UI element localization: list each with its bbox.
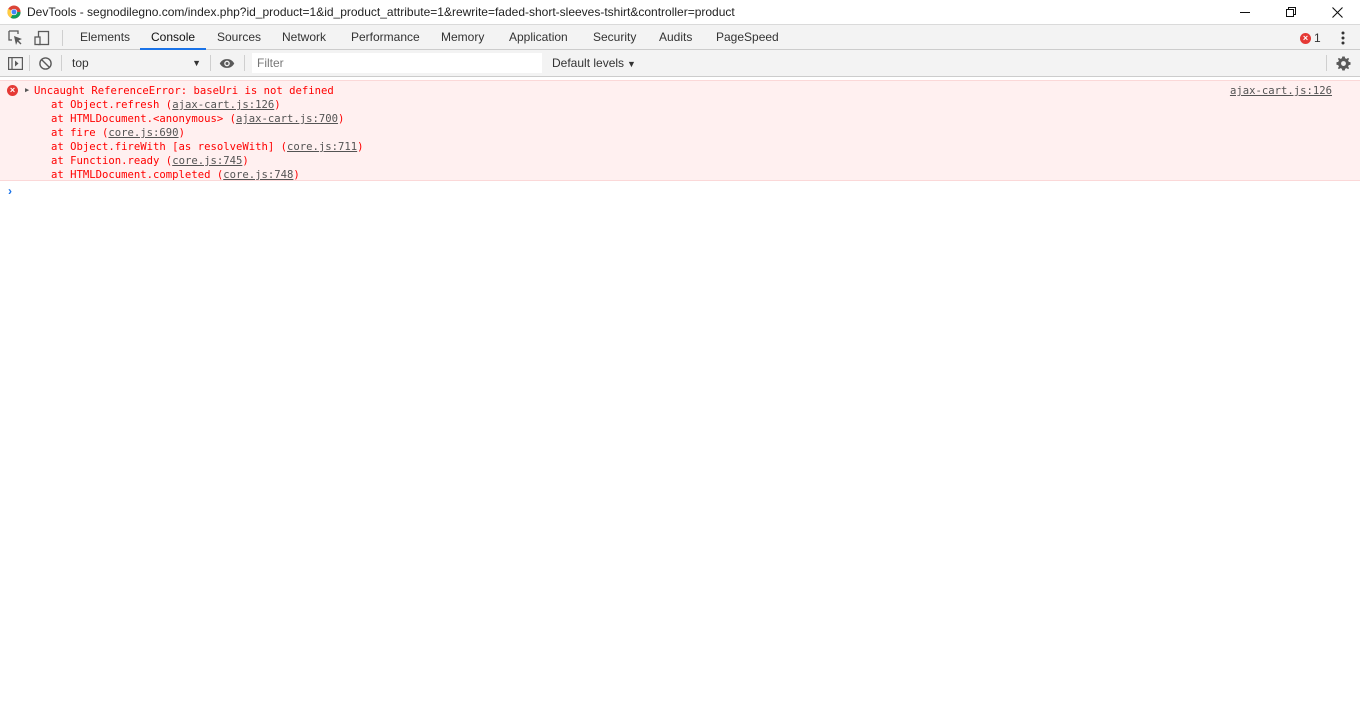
tab-security[interactable]: Security bbox=[582, 25, 647, 50]
dropdown-arrow-icon: ▼ bbox=[192, 58, 201, 68]
window-title: DevTools - segnodilegno.com/index.php?id… bbox=[27, 5, 735, 19]
tab-network[interactable]: Network bbox=[271, 25, 337, 50]
error-count-badge[interactable]: × 1 bbox=[1300, 31, 1321, 45]
tab-label: Elements bbox=[80, 30, 131, 44]
minimize-icon bbox=[1240, 12, 1250, 13]
frame-suffix: ) bbox=[338, 113, 345, 125]
error-count: 1 bbox=[1314, 31, 1321, 45]
stack-frame: at Object.fireWith [as resolveWith] (cor… bbox=[51, 140, 364, 154]
chrome-logo-icon bbox=[7, 5, 21, 19]
stack-frame: at HTMLDocument.<anonymous> (ajax-cart.j… bbox=[51, 112, 344, 126]
show-console-sidebar-button[interactable] bbox=[7, 55, 23, 71]
tab-memory[interactable]: Memory bbox=[430, 25, 495, 50]
frame-text: at Function.ready ( bbox=[51, 155, 173, 167]
block-icon bbox=[38, 56, 52, 70]
device-mode-icon bbox=[34, 30, 50, 46]
frame-source-link[interactable]: ajax-cart.js:126 bbox=[172, 99, 274, 111]
frame-suffix: ) bbox=[357, 141, 364, 153]
tab-label: Network bbox=[282, 30, 327, 44]
gear-icon bbox=[1335, 55, 1351, 71]
close-icon bbox=[1331, 6, 1343, 18]
console-error-message[interactable]: × ▶ Uncaught ReferenceError: baseUri is … bbox=[0, 80, 1360, 181]
frame-suffix: ) bbox=[178, 127, 185, 139]
tab-label: PageSpeed bbox=[716, 30, 779, 44]
tab-label: Security bbox=[593, 30, 637, 44]
minimize-button[interactable] bbox=[1222, 0, 1268, 24]
clear-console-button[interactable] bbox=[37, 55, 53, 71]
frame-text: at HTMLDocument.completed ( bbox=[51, 169, 224, 181]
error-icon: × bbox=[1300, 32, 1311, 44]
customize-menu-button[interactable] bbox=[1337, 29, 1349, 47]
console-prompt-icon[interactable]: › bbox=[8, 184, 12, 198]
toolbar-divider bbox=[210, 55, 211, 71]
inspect-cursor-icon bbox=[8, 30, 22, 45]
frame-source-link[interactable]: core.js:748 bbox=[223, 169, 293, 181]
eye-icon bbox=[219, 58, 235, 68]
inspect-element-button[interactable] bbox=[7, 29, 25, 47]
close-window-button[interactable] bbox=[1314, 0, 1360, 24]
tab-label: Application bbox=[509, 30, 568, 44]
execution-context-select[interactable]: top ▼ bbox=[66, 54, 206, 73]
console-settings-button[interactable] bbox=[1335, 55, 1351, 71]
tab-label: Console bbox=[151, 30, 196, 44]
tab-audits[interactable]: Audits bbox=[648, 25, 703, 50]
toolbar-divider bbox=[244, 55, 245, 71]
device-toolbar-button[interactable] bbox=[33, 29, 51, 47]
toolbar-divider bbox=[29, 55, 30, 71]
frame-suffix: ) bbox=[293, 169, 300, 181]
stack-frame: at HTMLDocument.completed (core.js:748) bbox=[51, 168, 300, 182]
tab-sources[interactable]: Sources bbox=[206, 25, 272, 50]
live-expression-button[interactable] bbox=[219, 55, 235, 71]
frame-text: at fire ( bbox=[51, 127, 109, 139]
tab-application[interactable]: Application bbox=[498, 25, 579, 50]
tab-label: Audits bbox=[659, 30, 693, 44]
tab-label: Performance bbox=[351, 30, 420, 44]
console-toolbar: top ▼ Default levels▼ bbox=[0, 50, 1360, 77]
frame-text: at Object.fireWith [as resolveWith] ( bbox=[51, 141, 287, 153]
more-vert-icon bbox=[1341, 31, 1345, 45]
restore-button[interactable] bbox=[1268, 0, 1314, 24]
frame-source-link[interactable]: core.js:690 bbox=[108, 127, 178, 139]
frame-source-link[interactable]: ajax-cart.js:700 bbox=[236, 113, 338, 125]
toolbar-divider bbox=[1326, 55, 1327, 71]
frame-source-link[interactable]: core.js:745 bbox=[172, 155, 242, 167]
stack-frame: at Object.refresh (ajax-cart.js:126) bbox=[51, 98, 281, 112]
console-messages[interactable]: × ▶ Uncaught ReferenceError: baseUri is … bbox=[0, 77, 1360, 728]
frame-text: at HTMLDocument.<anonymous> ( bbox=[51, 113, 236, 125]
frame-suffix: ) bbox=[242, 155, 249, 167]
error-icon: × bbox=[7, 85, 18, 96]
context-value: top bbox=[72, 56, 89, 70]
frame-source-link[interactable]: core.js:711 bbox=[287, 141, 357, 153]
tab-pagespeed[interactable]: PageSpeed bbox=[705, 25, 790, 50]
restore-icon bbox=[1286, 7, 1296, 17]
devtools-tabbar: Elements Console Sources Network Perform… bbox=[0, 24, 1360, 50]
expand-triangle-icon[interactable]: ▶ bbox=[25, 86, 29, 94]
tab-elements[interactable]: Elements bbox=[69, 25, 141, 50]
frame-text: at Object.refresh ( bbox=[51, 99, 173, 111]
console-filter-input[interactable] bbox=[252, 53, 542, 73]
error-source-link[interactable]: ajax-cart.js:126 bbox=[1230, 84, 1332, 98]
error-headline: Uncaught ReferenceError: baseUri is not … bbox=[34, 85, 334, 97]
toolbar-divider bbox=[62, 30, 63, 46]
log-levels-dropdown[interactable]: Default levels ▼ bbox=[552, 56, 636, 70]
tab-performance[interactable]: Performance bbox=[340, 25, 431, 50]
log-levels-label: Default levels bbox=[552, 56, 625, 70]
toolbar-divider bbox=[61, 55, 62, 71]
sidebar-toggle-icon bbox=[7, 56, 23, 70]
stack-frame: at fire (core.js:690) bbox=[51, 126, 185, 140]
stack-frame: at Function.ready (core.js:745) bbox=[51, 154, 249, 168]
tab-console[interactable]: Console bbox=[140, 25, 207, 50]
window-titlebar: DevTools - segnodilegno.com/index.php?id… bbox=[0, 0, 1360, 24]
dropdown-arrow-icon: ▼ bbox=[627, 59, 636, 69]
tab-label: Sources bbox=[217, 30, 262, 44]
tab-label: Memory bbox=[441, 30, 485, 44]
frame-suffix: ) bbox=[274, 99, 281, 111]
